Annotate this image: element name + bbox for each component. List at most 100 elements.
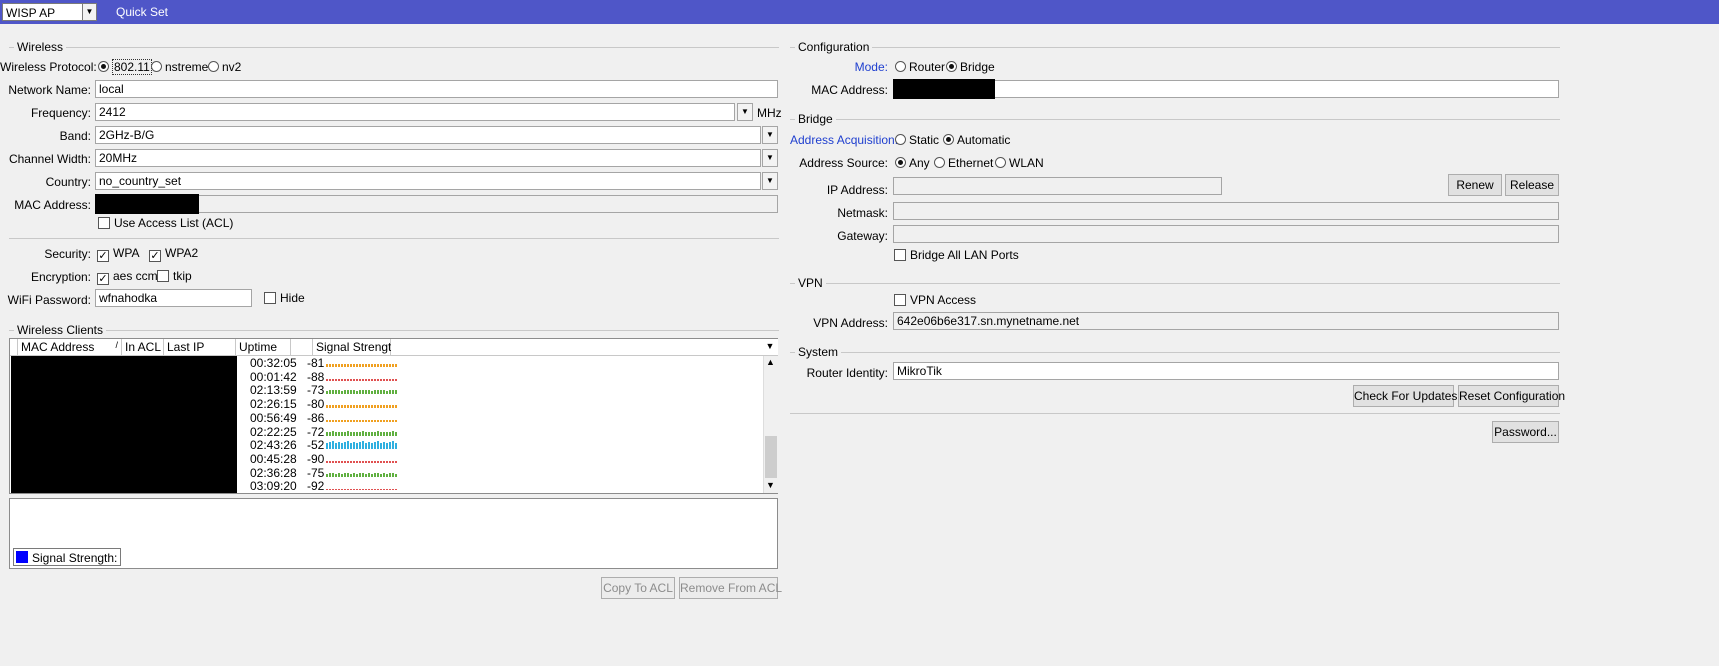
release-button[interactable]: Release xyxy=(1505,174,1559,196)
vpn-address-label: VPN Address: xyxy=(813,316,888,330)
channel-width-dropdown-icon[interactable]: ▼ xyxy=(762,149,778,167)
clients-scrollbar[interactable]: ▲ ▼ xyxy=(763,356,778,493)
hide-password-checkbox[interactable]: Hide xyxy=(264,291,305,305)
column-last-ip[interactable]: Last IP xyxy=(164,339,236,356)
chevron-down-icon[interactable]: ▼ xyxy=(82,4,96,20)
acquisition-static-radio[interactable]: Static xyxy=(895,133,939,147)
signal-bar-segment xyxy=(338,364,340,367)
system-section-title: System xyxy=(795,345,842,359)
signal-bar-segment xyxy=(338,442,340,450)
signal-bar-segment xyxy=(380,489,382,491)
wpa-checkbox[interactable]: ✓ WPA xyxy=(97,246,139,262)
signal-bar-segment xyxy=(347,405,349,409)
signal-bar-segment xyxy=(329,364,331,367)
renew-button[interactable]: Renew xyxy=(1448,174,1502,196)
signal-bar-segment xyxy=(380,473,382,477)
frequency-dropdown-icon[interactable]: ▼ xyxy=(737,103,753,121)
legend-label: Signal Strength: xyxy=(32,551,118,565)
tkip-checkbox[interactable]: tkip xyxy=(157,269,192,283)
column-signal-strength[interactable]: Signal Strength xyxy=(313,339,398,356)
scroll-thumb[interactable] xyxy=(765,436,777,478)
signal-bar-segment xyxy=(368,419,370,422)
copy-to-acl-button[interactable]: Copy To ACL xyxy=(601,577,675,599)
password-button[interactable]: Password... xyxy=(1492,421,1559,443)
frequency-label: Frequency: xyxy=(30,106,91,120)
mode-router-radio[interactable]: Router xyxy=(895,60,945,74)
acquisition-automatic-radio[interactable]: Automatic xyxy=(943,133,1010,147)
signal-bar-segment xyxy=(362,430,364,436)
signal-bar-segment xyxy=(392,405,394,409)
mode-select[interactable]: WISP AP ▼ xyxy=(2,3,97,21)
vpn-access-checkbox[interactable]: VPN Access xyxy=(894,293,976,307)
bridge-all-lan-checkbox[interactable]: Bridge All LAN Ports xyxy=(894,248,1019,262)
signal-bar-segment xyxy=(347,430,349,436)
signal-bar-segment xyxy=(347,460,349,463)
signal-bar-segment xyxy=(356,364,358,367)
column-in-acl[interactable]: In ACL xyxy=(122,339,164,356)
signal-bar-segment xyxy=(332,489,334,491)
mode-bridge-radio[interactable]: Bridge xyxy=(946,60,995,74)
checkmark-icon: ✓ xyxy=(97,250,109,262)
signal-strength-bar xyxy=(326,388,400,395)
signal-bar-segment xyxy=(380,443,382,450)
protocol-nv2-radio[interactable]: nv2 xyxy=(208,60,241,74)
wpa2-checkbox[interactable]: ✓ WPA2 xyxy=(149,246,198,262)
signal-bar-segment xyxy=(353,442,355,450)
source-ethernet-radio[interactable]: Ethernet xyxy=(934,156,993,170)
signal-bar-segment xyxy=(371,378,373,381)
country-dropdown-icon[interactable]: ▼ xyxy=(762,172,778,190)
row-signal: -80 xyxy=(307,397,325,412)
network-name-input[interactable]: local xyxy=(95,80,778,98)
signal-bar-segment xyxy=(389,431,391,436)
signal-bar-segment xyxy=(350,378,352,381)
remove-from-acl-button[interactable]: Remove From ACL xyxy=(679,577,782,599)
column-uptime[interactable]: Uptime xyxy=(236,339,291,356)
signal-bar-segment xyxy=(341,473,343,477)
gateway-label: Gateway: xyxy=(837,229,888,243)
signal-bar-segment xyxy=(350,460,352,463)
country-select[interactable]: no_country_set xyxy=(95,172,761,190)
ip-address-field xyxy=(893,177,1222,195)
check-for-updates-button[interactable]: Check For Updates xyxy=(1353,385,1457,407)
signal-bar-segment xyxy=(329,390,331,395)
vpn-divider xyxy=(790,283,1560,284)
signal-bar-segment xyxy=(353,390,355,395)
router-identity-input[interactable]: MikroTik xyxy=(893,362,1559,380)
legend-color-swatch xyxy=(16,551,28,563)
protocol-nstreme-radio[interactable]: nstreme xyxy=(151,60,208,74)
signal-bar-segment xyxy=(377,489,379,491)
use-acl-checkbox[interactable]: Use Access List (ACL) xyxy=(98,216,233,230)
signal-bar-segment xyxy=(365,364,367,367)
signal-bar-segment xyxy=(377,364,379,367)
wifi-password-input[interactable]: wfnahodka xyxy=(95,289,252,307)
source-wlan-radio[interactable]: WLAN xyxy=(995,156,1044,170)
band-dropdown-icon[interactable]: ▼ xyxy=(762,126,778,144)
scroll-down-icon[interactable]: ▼ xyxy=(766,480,775,490)
router-identity-label: Router Identity: xyxy=(806,366,888,380)
protocol-802-11-radio[interactable]: 802.11 xyxy=(98,59,152,75)
frequency-input[interactable]: 2412 xyxy=(95,103,735,121)
signal-bar-segment xyxy=(368,472,370,477)
reset-configuration-button[interactable]: Reset Configuration xyxy=(1458,385,1565,407)
signal-bar-segment xyxy=(371,391,373,395)
column-filler xyxy=(391,339,763,356)
signal-bar-segment xyxy=(377,430,379,436)
signal-bar-segment xyxy=(338,472,340,477)
config-mode-label: Mode: xyxy=(854,60,888,74)
row-signal: -86 xyxy=(307,410,325,425)
aes-ccm-checkbox[interactable]: ✓ aes ccm xyxy=(97,269,158,285)
signal-bar-segment xyxy=(389,472,391,477)
scroll-up-icon[interactable]: ▲ xyxy=(766,357,775,367)
clients-table[interactable]: MAC Address / In ACL Last IP Uptime Signa… xyxy=(9,338,778,494)
column-mac-address[interactable]: MAC Address / xyxy=(18,339,122,356)
signal-bar-segment xyxy=(329,419,331,422)
columns-menu-icon[interactable]: ▼ xyxy=(762,339,778,356)
channel-width-select[interactable]: 20MHz xyxy=(95,149,761,167)
signal-bar-segment xyxy=(389,405,391,409)
protocol-label: Wireless Protocol: xyxy=(0,60,97,74)
column-signal[interactable] xyxy=(291,339,313,356)
signal-bar-segment xyxy=(359,431,361,436)
system-divider xyxy=(790,352,1560,353)
band-select[interactable]: 2GHz-B/G xyxy=(95,126,761,144)
source-any-radio[interactable]: Any xyxy=(895,156,930,170)
